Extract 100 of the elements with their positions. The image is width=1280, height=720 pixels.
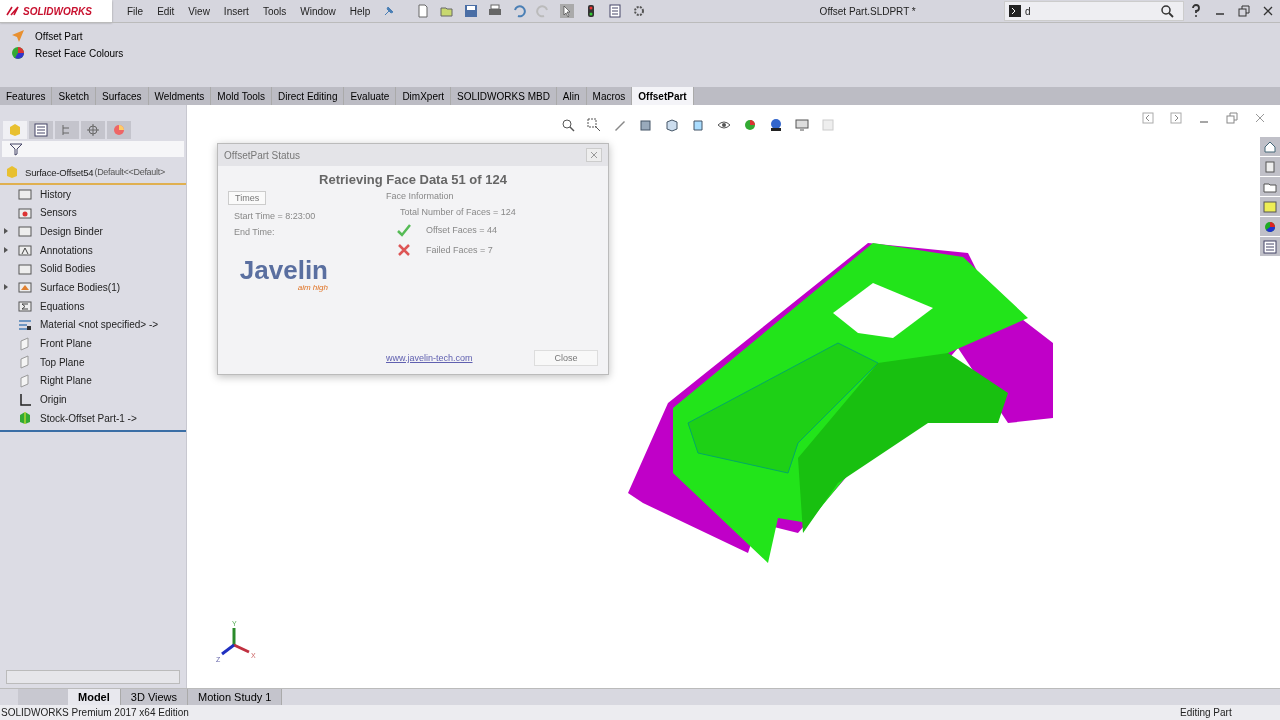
next-icon[interactable] bbox=[1169, 111, 1183, 125]
zoom-area-icon[interactable] bbox=[586, 118, 601, 132]
appearance-icon[interactable] bbox=[1260, 217, 1280, 236]
undo-icon[interactable] bbox=[512, 4, 527, 18]
tree-item[interactable]: Material <not specified> -> bbox=[0, 315, 186, 335]
ribbon-tab[interactable]: OffsetPart bbox=[632, 87, 694, 105]
part-icon bbox=[5, 165, 19, 180]
dialog-close-button[interactable] bbox=[586, 148, 602, 162]
expand-arrow-icon[interactable] bbox=[2, 246, 10, 255]
tree-item[interactable]: Front Plane bbox=[0, 334, 186, 353]
website-link[interactable]: www.javelin-tech.com bbox=[386, 353, 473, 363]
folder-icon bbox=[18, 187, 32, 202]
tree-item[interactable]: Equations bbox=[0, 296, 186, 316]
checkmark-icon bbox=[397, 223, 411, 237]
command-icon bbox=[1009, 5, 1021, 17]
scrollbar[interactable] bbox=[6, 670, 180, 684]
status-text: Editing Part bbox=[1180, 707, 1233, 718]
open-folder-icon[interactable] bbox=[440, 4, 455, 18]
tree-item[interactable]: Sensors bbox=[0, 203, 186, 223]
cursor-icon[interactable] bbox=[560, 4, 575, 18]
menu-item[interactable]: View bbox=[181, 5, 217, 17]
menu-item[interactable]: Window bbox=[293, 5, 343, 17]
command-button[interactable]: Reset Face Colours bbox=[6, 46, 1274, 60]
view-orientation-icon[interactable] bbox=[664, 118, 679, 132]
tree-item[interactable]: Surface Bodies(1) bbox=[0, 278, 186, 297]
eye-icon[interactable] bbox=[716, 118, 731, 132]
monitor-icon[interactable] bbox=[794, 118, 809, 132]
plane-icon bbox=[18, 355, 32, 370]
equation-icon bbox=[18, 299, 32, 314]
color-wheel-icon bbox=[11, 46, 25, 60]
zoom-icon[interactable] bbox=[560, 118, 575, 132]
command-button[interactable]: Offset Part bbox=[6, 29, 1274, 43]
menu-item[interactable]: File bbox=[120, 5, 151, 17]
library-icon[interactable] bbox=[1260, 157, 1280, 176]
progress-heading: Retrieving Face Data 51 of 124 bbox=[318, 171, 508, 189]
part-icon bbox=[8, 123, 22, 137]
model-tab[interactable]: 3D Views bbox=[120, 689, 189, 705]
dimxpert-tab[interactable] bbox=[81, 121, 105, 139]
tree-item-label: Surface Bodies(1) bbox=[40, 281, 121, 293]
tree-item-label: Equations bbox=[40, 300, 85, 312]
save-icon[interactable] bbox=[464, 4, 479, 18]
filter-field[interactable] bbox=[2, 141, 184, 157]
list-icon[interactable] bbox=[608, 4, 623, 18]
filter-icon bbox=[9, 142, 23, 156]
new-document-icon[interactable] bbox=[416, 4, 431, 18]
search-icon[interactable] bbox=[1160, 4, 1174, 18]
plane-icon bbox=[18, 336, 32, 351]
result-text: Offset Faces = 44 bbox=[426, 225, 498, 235]
property-tab[interactable] bbox=[29, 121, 53, 139]
company-logo: Javelin aim high bbox=[238, 257, 328, 292]
tree-item[interactable]: Top Plane bbox=[0, 352, 186, 372]
home-icon[interactable] bbox=[1260, 137, 1280, 156]
restore-icon[interactable] bbox=[1225, 111, 1239, 125]
display-tab[interactable] bbox=[107, 121, 131, 139]
model-tab[interactable]: Motion Study 1 bbox=[188, 689, 283, 705]
settings-icon[interactable] bbox=[632, 4, 647, 18]
properties-icon[interactable] bbox=[1260, 237, 1280, 256]
previous-icon[interactable] bbox=[1141, 111, 1155, 125]
tree-item-label: Front Plane bbox=[40, 338, 92, 350]
help-icon[interactable] bbox=[1189, 4, 1203, 18]
arrow-icon bbox=[11, 29, 25, 43]
color-ball-drawing bbox=[1263, 219, 1277, 234]
tree-item[interactable]: Stock-Offset Part-1 -> bbox=[0, 408, 186, 428]
tree-item-label: History bbox=[40, 188, 72, 200]
plane-icon bbox=[18, 373, 32, 388]
display-style-icon[interactable] bbox=[690, 118, 705, 132]
search-field[interactable]: d bbox=[1004, 1, 1184, 21]
expand-arrow-icon[interactable] bbox=[2, 283, 10, 292]
folder-icon[interactable] bbox=[1260, 177, 1280, 196]
close-icon[interactable] bbox=[1261, 4, 1275, 18]
tree-item[interactable]: Solid Bodies bbox=[0, 259, 186, 279]
times-tab[interactable]: Times bbox=[228, 191, 267, 205]
tree-item[interactable]: Annotations bbox=[0, 240, 186, 260]
expand-arrow-icon[interactable] bbox=[2, 227, 10, 236]
tree-item-label: Design Binder bbox=[40, 225, 103, 237]
tree-item[interactable]: Design Binder bbox=[0, 222, 186, 241]
part-icon bbox=[18, 411, 32, 426]
sensor-icon bbox=[18, 205, 32, 220]
restore-icon[interactable] bbox=[1237, 4, 1251, 18]
appearance-icon[interactable] bbox=[742, 118, 757, 132]
menu-item[interactable]: Edit bbox=[150, 5, 182, 17]
menu-item[interactable]: Tools bbox=[255, 5, 294, 17]
tree-item[interactable]: History bbox=[0, 184, 186, 204]
section-view-icon[interactable] bbox=[638, 118, 653, 132]
menu-item[interactable]: Insert bbox=[216, 5, 256, 17]
logo-icon bbox=[6, 5, 20, 17]
tree-item[interactable]: Surface-Offset54(Default<<Default> bbox=[0, 163, 186, 182]
tree-item-label: Solid Bodies bbox=[40, 263, 96, 275]
print-icon[interactable] bbox=[488, 4, 503, 18]
menu-item[interactable]: Help bbox=[342, 5, 378, 17]
model-tab[interactable]: Model bbox=[68, 689, 121, 705]
tree-item[interactable]: Origin bbox=[0, 390, 186, 409]
tree-item-label: Sensors bbox=[40, 207, 77, 219]
tree-item[interactable]: Right Plane bbox=[0, 371, 186, 391]
scene-icon[interactable] bbox=[768, 118, 783, 132]
tree-item-label: Stock-Offset Part-1 -> bbox=[40, 412, 137, 424]
surface-icon bbox=[18, 280, 32, 295]
close-icon bbox=[590, 151, 598, 159]
origin-icon bbox=[18, 392, 32, 407]
tree-item-label: Right Plane bbox=[40, 375, 92, 387]
